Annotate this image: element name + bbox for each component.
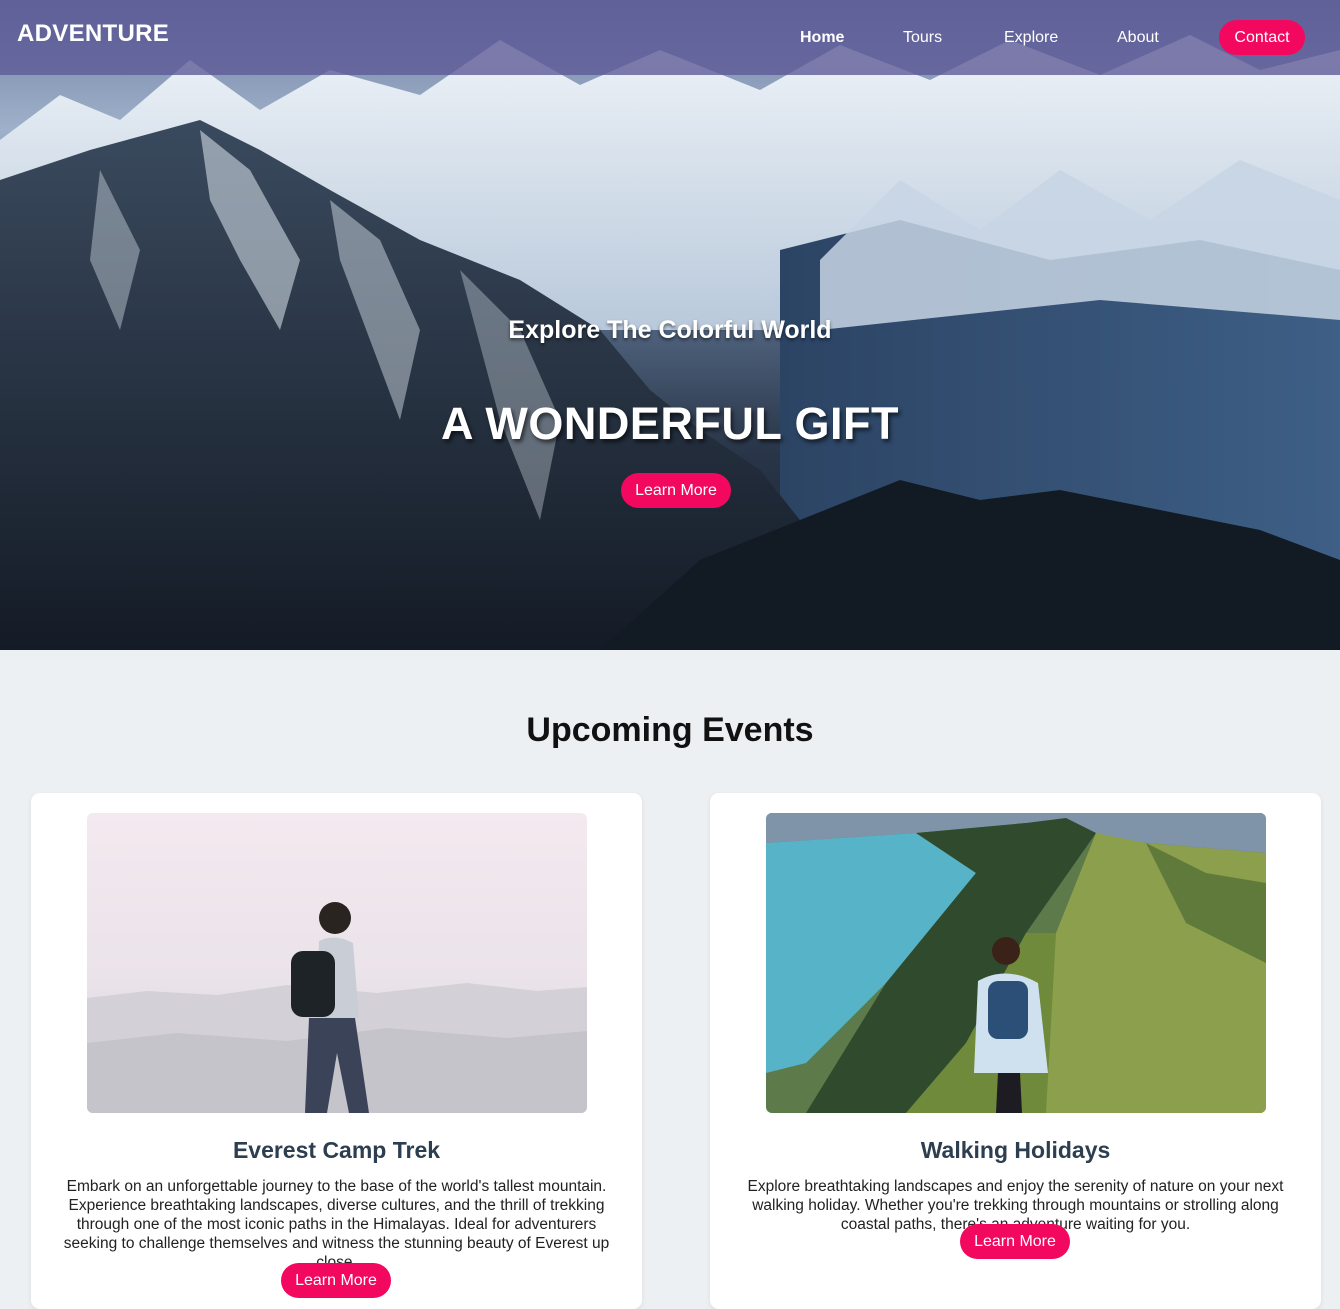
nav-home[interactable]: Home <box>800 27 844 49</box>
everest-learn-more-button[interactable]: Learn More <box>281 1263 391 1298</box>
event-card-title: Walking Holidays <box>920 1137 1111 1163</box>
walking-learn-more-button[interactable]: Learn More <box>960 1224 1070 1259</box>
event-card-everest: Everest Camp Trek Embark on an unforgett… <box>31 793 642 1309</box>
hero-learn-more-button[interactable]: Learn More <box>621 473 731 508</box>
brand-logo[interactable]: ADVENTURE <box>17 20 169 48</box>
hero-subtitle: Explore The Colorful World <box>508 316 832 344</box>
nav-tours[interactable]: Tours <box>903 27 942 49</box>
event-card-walking: Walking Holidays Explore breathtaking la… <box>710 793 1321 1309</box>
top-navigation-bar: ADVENTURE Home Tours Explore About Conta… <box>0 0 1340 75</box>
everest-hiker-image <box>87 813 587 1113</box>
walking-holidays-image <box>766 813 1266 1113</box>
hero-title: A WONDERFUL GIFT <box>441 398 899 449</box>
nav-about[interactable]: About <box>1117 27 1159 49</box>
contact-button[interactable]: Contact <box>1219 20 1305 55</box>
upcoming-events-heading: Upcoming Events <box>526 711 814 749</box>
hero-section: ADVENTURE Home Tours Explore About Conta… <box>0 0 1340 650</box>
event-card-title: Everest Camp Trek <box>232 1137 441 1163</box>
event-card-description: Embark on an unforgettable journey to th… <box>63 1178 610 1271</box>
nav-explore[interactable]: Explore <box>1004 27 1058 49</box>
